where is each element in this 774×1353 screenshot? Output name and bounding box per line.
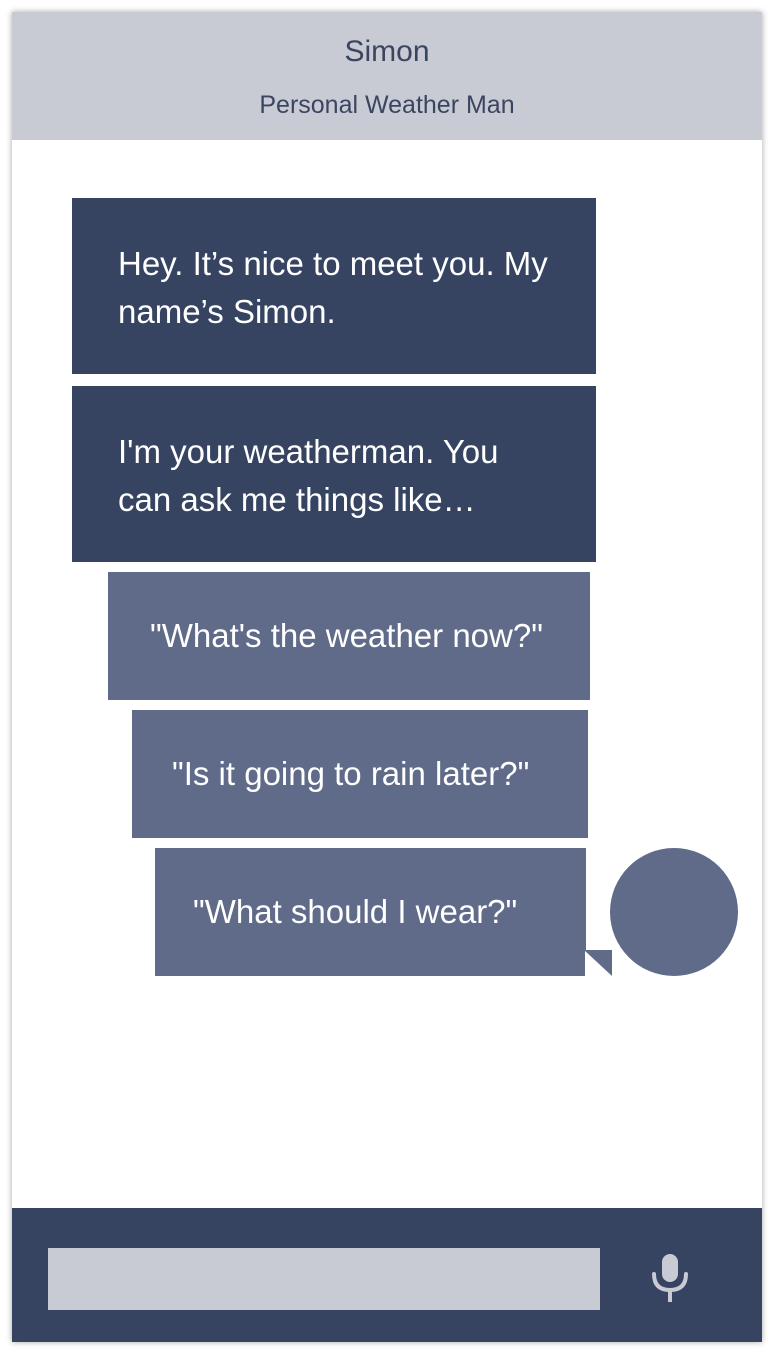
suggestion-bubble[interactable]: "What should I wear?" [155, 848, 585, 976]
composer-bar [12, 1208, 762, 1342]
bot-message: I'm your weatherman. You can ask me thin… [72, 386, 596, 562]
suggestion-text: "What should I wear?" [193, 893, 518, 930]
assistant-role: Personal Weather Man [259, 91, 515, 119]
assistant-avatar [610, 848, 738, 976]
bubble-tail [584, 950, 612, 976]
assistant-name: Simon [344, 35, 430, 68]
chat-screen: Simon Personal Weather Man Hey. It’s nic… [12, 12, 762, 1342]
suggestion-bubble[interactable]: "What's the weather now?" [108, 572, 590, 700]
bot-message-text: I'm your weatherman. You can ask me thin… [118, 433, 499, 518]
bot-message-text: Hey. It’s nice to meet you. My name’s Si… [118, 245, 548, 330]
suggestion-text: "Is it going to rain later?" [172, 755, 530, 792]
suggestion-text: "What's the weather now?" [150, 617, 543, 654]
bot-message: Hey. It’s nice to meet you. My name’s Si… [72, 198, 596, 374]
suggestion-bubble[interactable]: "Is it going to rain later?" [132, 710, 588, 838]
chat-header: Simon Personal Weather Man [12, 12, 762, 140]
microphone-icon[interactable] [648, 1252, 692, 1304]
bubble-tail [584, 848, 586, 950]
message-input[interactable] [48, 1248, 600, 1310]
